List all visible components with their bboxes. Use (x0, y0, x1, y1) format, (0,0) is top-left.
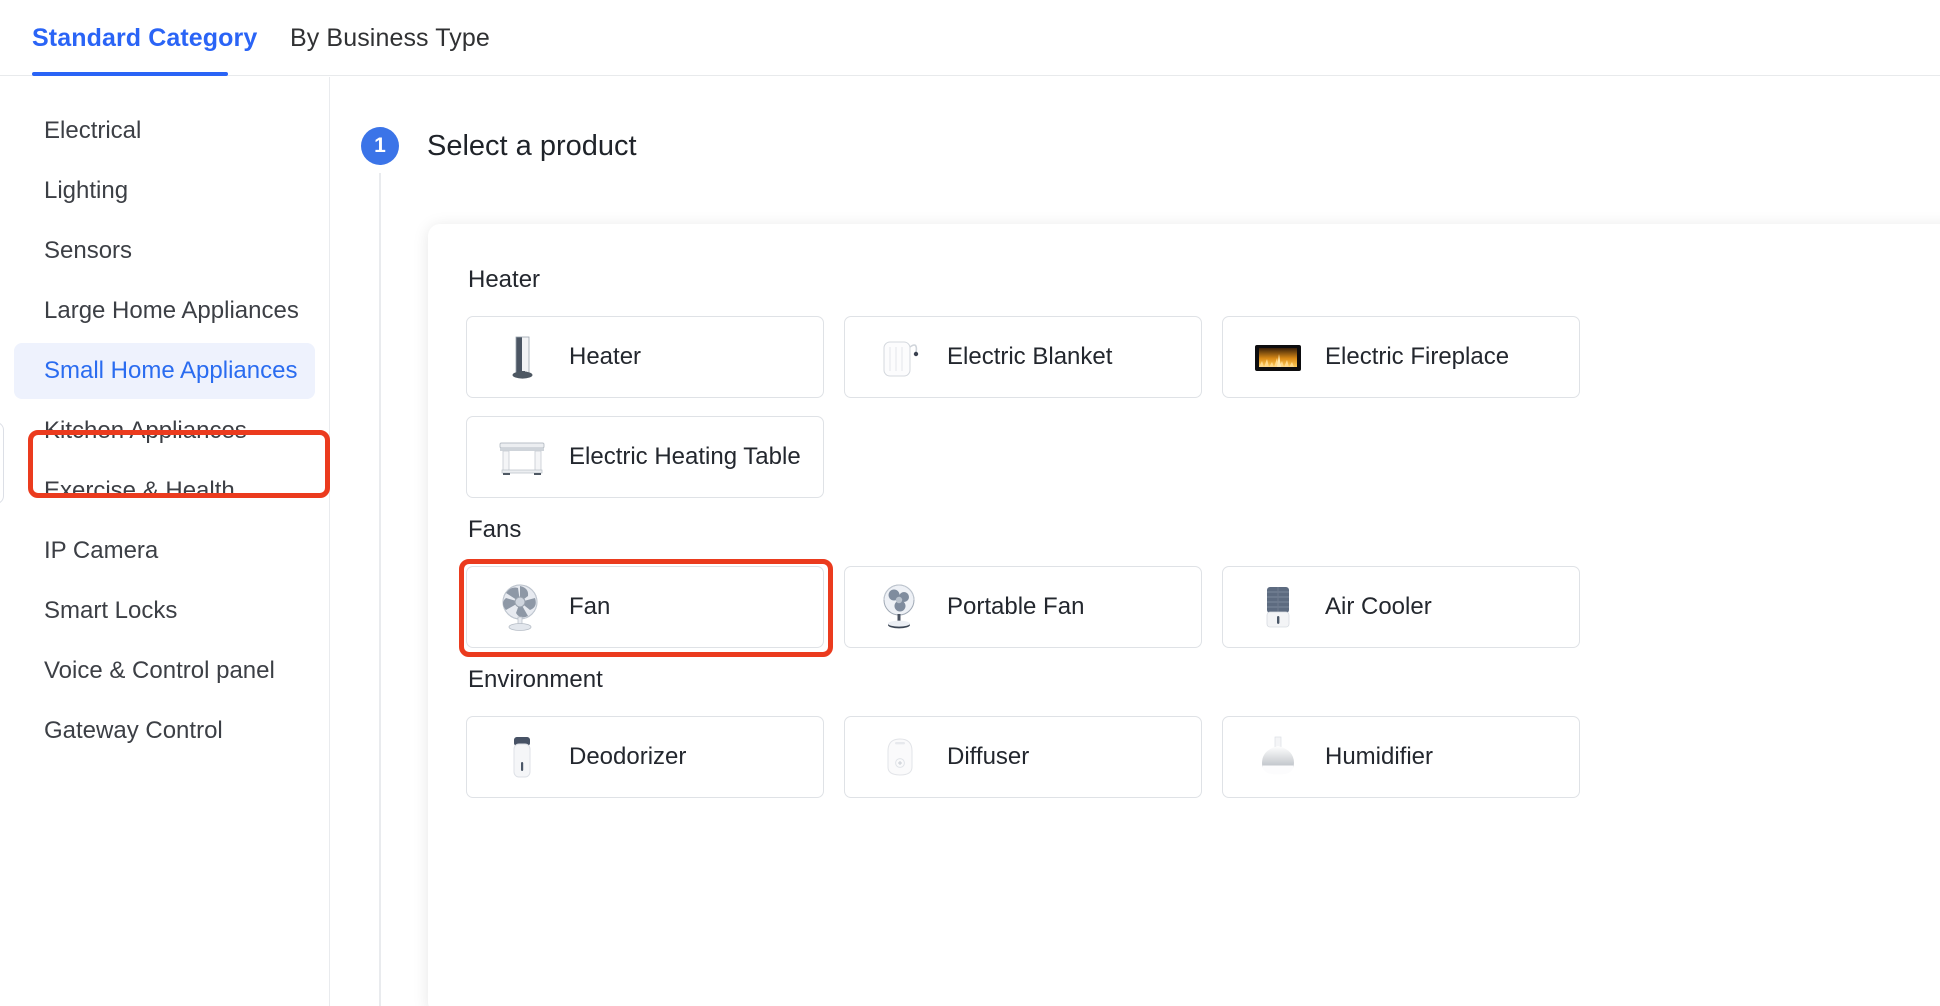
portable-fan-icon (871, 578, 929, 636)
step-number-badge: 1 (361, 127, 399, 165)
sidebar-item-voice-control-panel[interactable]: Voice & Control panel (14, 643, 315, 699)
sidebar-item-electrical[interactable]: Electrical (14, 103, 315, 159)
category-sidebar: Electrical Lighting Sensors Large Home A… (0, 77, 330, 1006)
sidebar-item-label: IP Camera (44, 537, 159, 564)
sidebar-item-label: Large Home Appliances (44, 297, 299, 324)
product-card-label: Deodorizer (569, 743, 687, 770)
sidebar-item-sensors[interactable]: Sensors (14, 223, 315, 279)
product-group-heater: Heater Heater Electric Blanket Electric … (466, 266, 1940, 498)
product-card-label: Electric Blanket (947, 343, 1113, 370)
product-list-panel: Heater Heater Electric Blanket Electric … (428, 224, 1940, 1006)
product-card-electric-fireplace[interactable]: Electric Fireplace (1222, 316, 1580, 398)
deodorizer-icon (493, 728, 551, 786)
tab-standard-category-label: Standard Category (32, 23, 258, 52)
sidebar-item-label: Smart Locks (44, 597, 178, 624)
product-row: Deodorizer Diffuser Humidifier (466, 716, 1940, 798)
product-card-label: Electric Fireplace (1325, 343, 1510, 370)
sidebar-item-gateway-control[interactable]: Gateway Control (14, 703, 315, 759)
product-card-label: Heater (569, 343, 642, 370)
sidebar-item-label: Voice & Control panel (44, 657, 275, 684)
product-card-label: Portable Fan (947, 593, 1085, 620)
step-header: 1 Select a product (361, 127, 637, 165)
product-group-environment: Environment Deodorizer Diffuser Humidifi… (466, 666, 1940, 798)
product-card-portable-fan[interactable]: Portable Fan (844, 566, 1202, 648)
product-card-label: Humidifier (1325, 743, 1434, 770)
sidebar-item-label: Exercise & Health (44, 477, 235, 504)
sidebar-item-lighting[interactable]: Lighting (14, 163, 315, 219)
step-connector-line (379, 173, 381, 1006)
electric-heating-table-icon (493, 428, 551, 486)
sidebar-item-ip-camera[interactable]: IP Camera (14, 523, 315, 579)
electric-fireplace-icon (1249, 328, 1307, 386)
sidebar-item-label: Sensors (44, 237, 133, 264)
product-card-electric-heating-table[interactable]: Electric Heating Table (466, 416, 824, 498)
sidebar-item-smart-locks[interactable]: Smart Locks (14, 583, 315, 639)
sidebar-item-small-home-appliances[interactable]: Small Home Appliances (14, 343, 315, 399)
product-card-deodorizer[interactable]: Deodorizer (466, 716, 824, 798)
product-group-fans: Fans Fan Portable Fan Air Cooler (459, 516, 1940, 657)
sidebar-item-kitchen-appliances[interactable]: Kitchen Appliances (14, 403, 315, 459)
desk-fan-icon (493, 578, 551, 636)
product-card-heater[interactable]: Heater (466, 316, 824, 398)
product-card-diffuser[interactable]: Diffuser (844, 716, 1202, 798)
product-card-label: Diffuser (947, 743, 1030, 770)
product-row: Electric Heating Table (466, 416, 1940, 498)
tab-by-business-type-label: By Business Type (290, 23, 490, 52)
category-tabbar: Standard Category By Business Type (0, 0, 1940, 76)
air-cooler-icon (1249, 578, 1307, 636)
sidebar-item-large-home-appliances[interactable]: Large Home Appliances (14, 283, 315, 339)
main-content: 1 Select a product Heater Heater Electri… (331, 77, 1940, 1006)
sidebar-item-label: Lighting (44, 177, 129, 204)
active-tab-underline (32, 72, 228, 76)
product-card-label: Air Cooler (1325, 593, 1432, 620)
tab-by-business-type[interactable]: By Business Type (290, 0, 490, 76)
group-title: Fans (468, 516, 522, 543)
diffuser-icon (871, 728, 929, 786)
page-title: Select a product (427, 129, 637, 162)
group-title: Environment (468, 666, 603, 693)
product-card-electric-blanket[interactable]: Electric Blanket (844, 316, 1202, 398)
product-row: Heater Electric Blanket Electric Firepla… (466, 316, 1940, 398)
product-category-picker: Standard Category By Business Type Elect… (0, 0, 1940, 1006)
sidebar-item-label: Kitchen Appliances (44, 417, 247, 444)
product-card-label: Electric Heating Table (569, 443, 801, 470)
offscreen-panel-edge (0, 422, 4, 504)
product-card-label: Fan (569, 593, 611, 620)
sidebar-item-exercise-health[interactable]: Exercise & Health (14, 463, 315, 519)
sidebar-item-label: Electrical (44, 117, 142, 144)
tower-heater-icon (493, 328, 551, 386)
electric-blanket-icon (871, 328, 929, 386)
product-card-air-cooler[interactable]: Air Cooler (1222, 566, 1580, 648)
product-card-humidifier[interactable]: Humidifier (1222, 716, 1580, 798)
tab-standard-category[interactable]: Standard Category (32, 0, 257, 76)
sidebar-item-label: Small Home Appliances (44, 357, 298, 384)
product-card-fan[interactable]: Fan (459, 559, 833, 657)
humidifier-icon (1249, 728, 1307, 786)
group-title: Heater (468, 266, 541, 293)
product-row: Fan Portable Fan Air Cooler (459, 559, 1940, 657)
sidebar-item-label: Gateway Control (44, 717, 223, 744)
